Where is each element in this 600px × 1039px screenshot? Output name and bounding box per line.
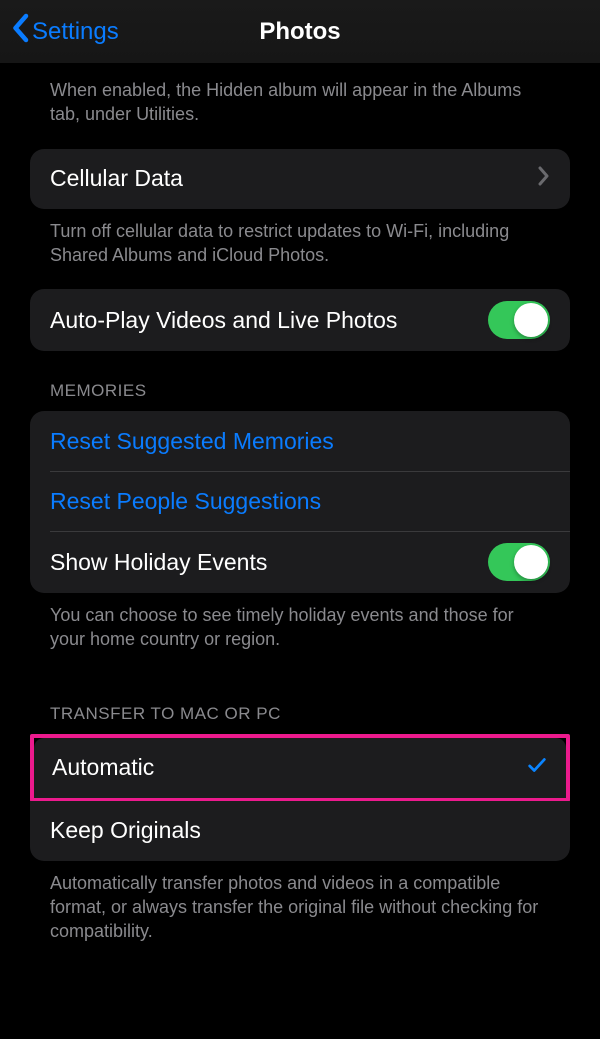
transfer-header: TRANSFER TO MAC OR PC bbox=[0, 674, 600, 734]
reset-suggested-memories-row[interactable]: Reset Suggested Memories bbox=[30, 411, 570, 471]
transfer-group-bottom: Keep Originals bbox=[30, 801, 570, 861]
hidden-album-footer: When enabled, the Hidden album will appe… bbox=[0, 64, 600, 149]
autoplay-group: Auto-Play Videos and Live Photos bbox=[30, 289, 570, 351]
back-label: Settings bbox=[32, 18, 119, 46]
cellular-data-row[interactable]: Cellular Data bbox=[30, 149, 570, 209]
highlight-annotation: Automatic bbox=[30, 734, 570, 802]
chevron-right-icon bbox=[538, 166, 550, 191]
autoplay-toggle[interactable] bbox=[488, 301, 550, 339]
transfer-keep-originals-row[interactable]: Keep Originals bbox=[30, 801, 570, 861]
reset-people-suggestions-label: Reset People Suggestions bbox=[50, 488, 550, 515]
show-holiday-events-row[interactable]: Show Holiday Events bbox=[30, 531, 570, 593]
transfer-automatic-row[interactable]: Automatic bbox=[34, 738, 566, 798]
navbar: Settings Photos bbox=[0, 0, 600, 64]
transfer-footer: Automatically transfer photos and videos… bbox=[0, 861, 600, 966]
transfer-group-top: Automatic bbox=[34, 738, 566, 798]
show-holiday-events-toggle[interactable] bbox=[488, 543, 550, 581]
transfer-keep-originals-label: Keep Originals bbox=[50, 817, 550, 844]
reset-people-suggestions-row[interactable]: Reset People Suggestions bbox=[30, 471, 570, 531]
show-holiday-events-label: Show Holiday Events bbox=[50, 549, 488, 576]
memories-group: Reset Suggested Memories Reset People Su… bbox=[30, 411, 570, 593]
memories-footer: You can choose to see timely holiday eve… bbox=[0, 593, 600, 674]
cellular-data-footer: Turn off cellular data to restrict updat… bbox=[0, 209, 600, 290]
reset-suggested-memories-label: Reset Suggested Memories bbox=[50, 428, 550, 455]
autoplay-label: Auto-Play Videos and Live Photos bbox=[50, 307, 488, 334]
checkmark-icon bbox=[526, 754, 548, 781]
memories-header: MEMORIES bbox=[0, 351, 600, 411]
cellular-data-label: Cellular Data bbox=[50, 165, 538, 192]
chevron-left-icon bbox=[10, 13, 30, 50]
transfer-automatic-label: Automatic bbox=[52, 754, 526, 781]
cellular-data-group: Cellular Data bbox=[30, 149, 570, 209]
back-button[interactable]: Settings bbox=[10, 13, 119, 50]
autoplay-row[interactable]: Auto-Play Videos and Live Photos bbox=[30, 289, 570, 351]
